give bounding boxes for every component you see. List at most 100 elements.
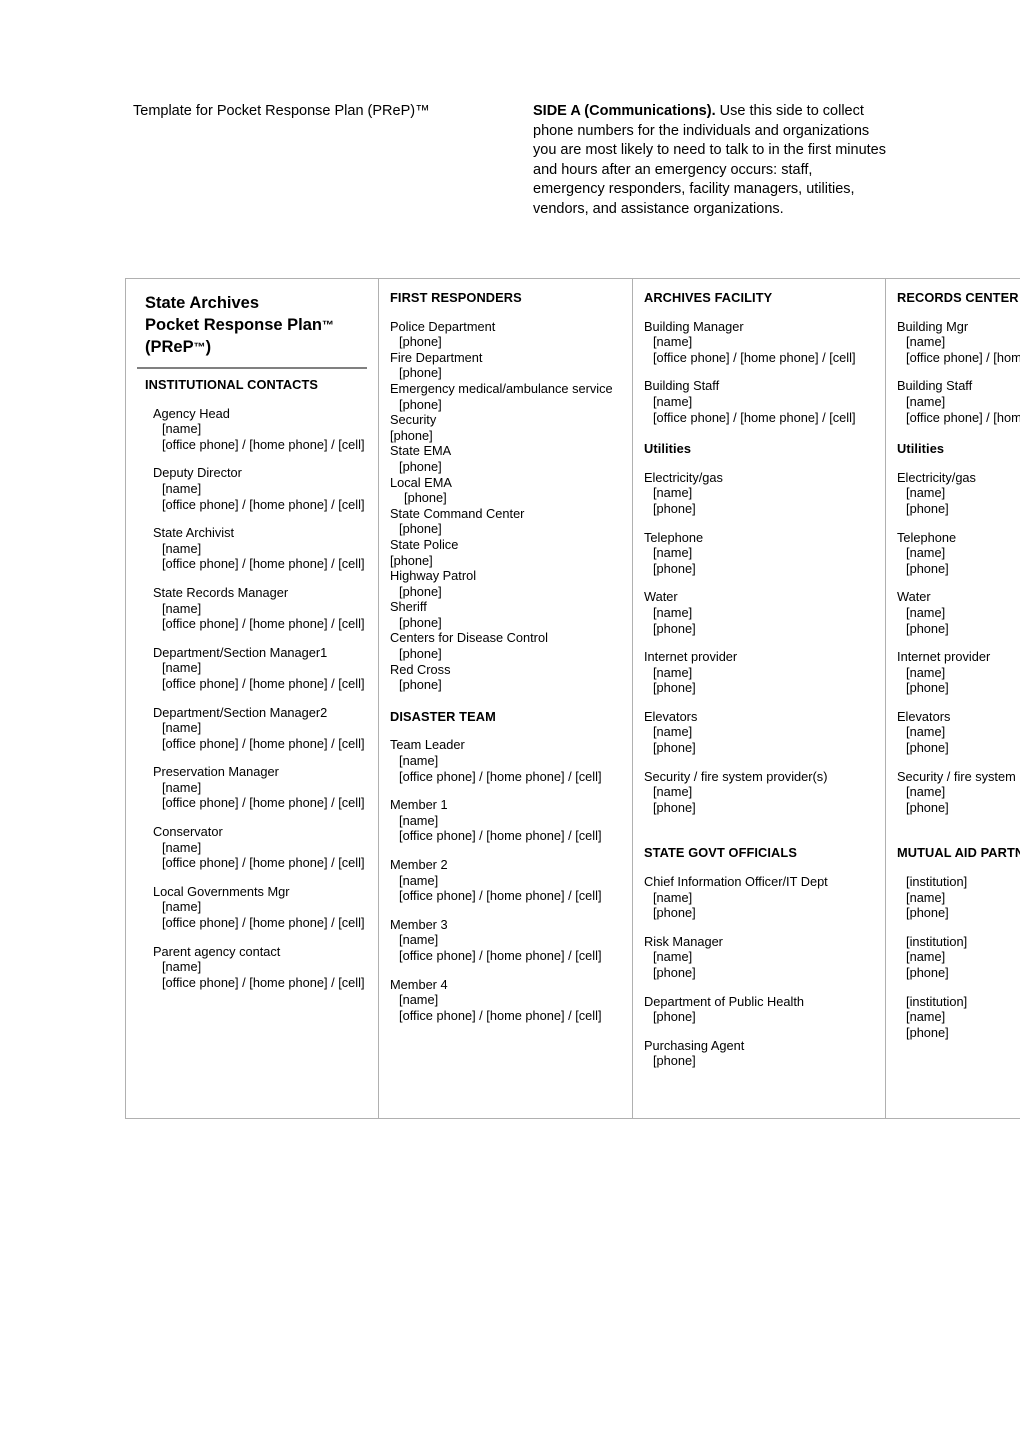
entry-name[interactable]: [name] bbox=[153, 720, 369, 736]
entry-phone[interactable]: [phone] bbox=[897, 621, 1020, 637]
entry-name[interactable]: [name] bbox=[390, 992, 623, 1008]
entry-name[interactable]: [name] bbox=[906, 949, 1020, 965]
entry-name[interactable]: [name] bbox=[644, 724, 876, 740]
entry-phone[interactable]: [phone] bbox=[644, 680, 876, 696]
entry-name[interactable]: [name] bbox=[897, 545, 1020, 561]
entry-phone[interactable]: [phone] bbox=[644, 905, 876, 921]
entry-institution[interactable]: [institution] bbox=[906, 934, 1020, 950]
entry-name[interactable]: [name] bbox=[153, 780, 369, 796]
entry-phones[interactable]: [office phone] / [home phone] / [cell] bbox=[897, 410, 1020, 426]
entry-list-disaster-team: Team Leader [name] [office phone] / [hom… bbox=[390, 737, 623, 1023]
entry-phone[interactable]: [phone] bbox=[897, 800, 1020, 816]
entry-phone[interactable]: [phone] bbox=[390, 584, 623, 600]
entry-phones[interactable]: [office phone] / [home phone] / [cell] bbox=[644, 350, 876, 366]
entry-name[interactable]: [name] bbox=[897, 784, 1020, 800]
entry-phones[interactable]: [office phone] / [home phone] / [cell] bbox=[390, 948, 623, 964]
entry-name[interactable]: [name] bbox=[153, 959, 369, 975]
entry-phone[interactable]: [phone] bbox=[390, 553, 623, 569]
entry-name[interactable]: [name] bbox=[390, 813, 623, 829]
entry-name[interactable]: [name] bbox=[644, 784, 876, 800]
entry-phone[interactable]: [phone] bbox=[644, 621, 876, 637]
entry-phone[interactable]: [phone] bbox=[897, 561, 1020, 577]
entry-phones[interactable]: [office phone] / [home phone] / [cell] bbox=[153, 676, 369, 692]
entry-phone[interactable]: [phone] bbox=[390, 459, 623, 475]
entry-phone[interactable]: [phone] bbox=[390, 615, 623, 631]
entry-phone[interactable]: [phone] bbox=[390, 677, 623, 693]
entry-phone[interactable]: [phone] bbox=[390, 334, 623, 350]
entry-name[interactable]: [name] bbox=[153, 899, 369, 915]
entry-phones[interactable]: [office phone] / [home phone] / [cell] bbox=[153, 736, 369, 752]
entry-phone[interactable]: [phone] bbox=[390, 428, 623, 444]
entry-phones[interactable]: [office phone] / [home phone] / [cell] bbox=[153, 437, 369, 453]
entry-phones[interactable]: [office phone] / [home phone] / [cell] bbox=[153, 556, 369, 572]
entry-phones[interactable]: [office phone] / [home phone] / [cell] bbox=[390, 888, 623, 904]
entry-phones[interactable]: [office phone] / [home phone] / [cell] bbox=[897, 350, 1020, 366]
entry-name[interactable]: [name] bbox=[153, 481, 369, 497]
entry-phones[interactable]: [office phone] / [home phone] / [cell] bbox=[390, 769, 623, 785]
entry-label: Parent agency contact bbox=[153, 943, 281, 959]
side-a-body: Use this side to collect phone numbers f… bbox=[533, 103, 886, 217]
entry-name[interactable]: [name] bbox=[897, 605, 1020, 621]
entry-phone[interactable]: [phone] bbox=[390, 397, 623, 413]
entry-phone[interactable]: [phone] bbox=[644, 501, 876, 517]
entry-phones[interactable]: [office phone] / [home phone] / [cell] bbox=[153, 497, 369, 513]
entry-phone[interactable]: [phone] bbox=[644, 965, 876, 981]
entry-name[interactable]: [name] bbox=[153, 660, 369, 676]
entry-phones[interactable]: [office phone] / [home phone] / [cell] bbox=[390, 1008, 623, 1024]
team-member-entry: Member 3 [name] [office phone] / [home p… bbox=[390, 917, 623, 964]
entry-name[interactable]: [name] bbox=[153, 421, 369, 437]
entry-phone[interactable]: [phone] bbox=[644, 1009, 876, 1025]
entry-phones[interactable]: [office phone] / [home phone] / [cell] bbox=[153, 975, 369, 991]
entry-institution[interactable]: [institution] bbox=[906, 874, 1020, 890]
entry-name[interactable]: [name] bbox=[390, 753, 623, 769]
responder-entry: Security [phone] bbox=[390, 412, 623, 443]
entry-name[interactable]: [name] bbox=[897, 485, 1020, 501]
entry-phone[interactable]: [phone] bbox=[644, 1053, 876, 1069]
entry-name[interactable]: [name] bbox=[153, 541, 369, 557]
entry-phone[interactable]: [phone] bbox=[390, 521, 623, 537]
entry-name[interactable]: [name] bbox=[644, 545, 876, 561]
entry-phone[interactable]: [phone] bbox=[906, 965, 1020, 981]
entry-name[interactable]: [name] bbox=[897, 724, 1020, 740]
entry-name[interactable]: [name] bbox=[644, 394, 876, 410]
entry-phones[interactable]: [office phone] / [home phone] / [cell] bbox=[153, 616, 369, 632]
entry-name[interactable]: [name] bbox=[897, 665, 1020, 681]
entry-label: Electricity/gas bbox=[644, 469, 723, 485]
entry-name[interactable]: [name] bbox=[906, 890, 1020, 906]
entry-phone[interactable]: [phone] bbox=[897, 740, 1020, 756]
entry-phones[interactable]: [office phone] / [home phone] / [cell] bbox=[153, 795, 369, 811]
entry-name[interactable]: [name] bbox=[897, 334, 1020, 350]
entry-name[interactable]: [name] bbox=[644, 485, 876, 501]
entry-phones[interactable]: [office phone] / [home phone] / [cell] bbox=[390, 828, 623, 844]
entry-phone[interactable]: [phone] bbox=[897, 501, 1020, 517]
entry-name[interactable]: [name] bbox=[897, 394, 1020, 410]
entry-phones[interactable]: [office phone] / [home phone] / [cell] bbox=[644, 410, 876, 426]
entry-name[interactable]: [name] bbox=[644, 949, 876, 965]
column-first-responders: FIRST RESPONDERS Police Department [phon… bbox=[379, 279, 633, 1118]
entry-name[interactable]: [name] bbox=[644, 665, 876, 681]
entry-name[interactable]: [name] bbox=[906, 1009, 1020, 1025]
entry-phone[interactable]: [phone] bbox=[390, 365, 623, 381]
entry-phone[interactable]: [phone] bbox=[644, 561, 876, 577]
entry-phone[interactable]: [phone] bbox=[390, 490, 623, 506]
subsection-heading-utilities: Utilities bbox=[897, 441, 945, 457]
entry-label: Security bbox=[390, 412, 437, 428]
entry-name[interactable]: [name] bbox=[153, 840, 369, 856]
entry-phones[interactable]: [office phone] / [home phone] / [cell] bbox=[153, 855, 369, 871]
entry-label: Building Staff bbox=[897, 378, 973, 394]
entry-name[interactable]: [name] bbox=[153, 601, 369, 617]
entry-phone[interactable]: [phone] bbox=[906, 1025, 1020, 1041]
entry-institution[interactable]: [institution] bbox=[906, 994, 1020, 1010]
entry-phone[interactable]: [phone] bbox=[390, 646, 623, 662]
entry-name[interactable]: [name] bbox=[390, 873, 623, 889]
entry-phone[interactable]: [phone] bbox=[897, 680, 1020, 696]
entry-name[interactable]: [name] bbox=[644, 334, 876, 350]
entry-phone[interactable]: [phone] bbox=[644, 740, 876, 756]
entry-name[interactable]: [name] bbox=[644, 890, 876, 906]
entry-phones[interactable]: [office phone] / [home phone] / [cell] bbox=[153, 915, 369, 931]
entry-name[interactable]: [name] bbox=[644, 605, 876, 621]
entry-label: Internet provider bbox=[897, 649, 991, 665]
entry-phone[interactable]: [phone] bbox=[906, 905, 1020, 921]
entry-name[interactable]: [name] bbox=[390, 932, 623, 948]
entry-phone[interactable]: [phone] bbox=[644, 800, 876, 816]
